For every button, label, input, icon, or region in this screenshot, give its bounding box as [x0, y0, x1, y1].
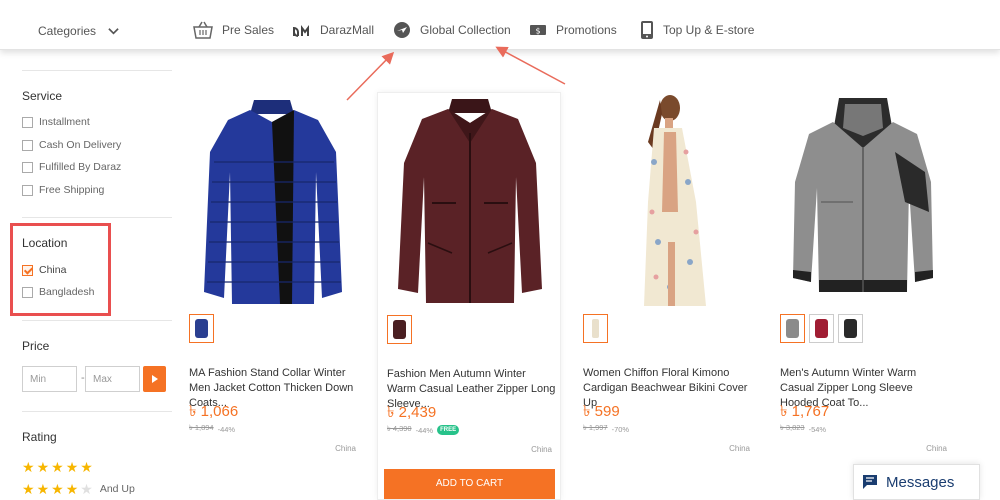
color-thumbnails	[189, 314, 214, 343]
product-origin: China	[335, 444, 356, 453]
color-swatch[interactable]	[387, 315, 412, 344]
discount: -44%	[217, 424, 236, 434]
product-card[interactable]: Fashion Men Autumn Winter Warm Casual Le…	[377, 92, 561, 500]
product-image[interactable]	[184, 92, 360, 308]
product-price: ৳ 2,439	[387, 404, 437, 421]
checkbox[interactable]	[22, 116, 33, 128]
free-shipping-badge: FREE	[437, 425, 460, 435]
nav-item-top-up[interactable]: Top Up & E-store	[640, 20, 754, 40]
star-icon: ★	[36, 481, 50, 497]
service-title: Service	[22, 89, 63, 103]
color-thumbnails	[387, 315, 412, 344]
product-image[interactable]	[578, 92, 754, 308]
star-icon: ★	[65, 459, 79, 475]
filter-fulfilled-by-daraz[interactable]: Fulfilled By Daraz	[22, 161, 121, 173]
original-price: ৳ 1,894	[189, 423, 214, 432]
color-swatch[interactable]	[809, 314, 834, 343]
checkbox[interactable]	[22, 184, 33, 196]
discount: -54%	[808, 424, 827, 434]
messages-button[interactable]: Messages	[853, 464, 980, 500]
discount: -70%	[611, 424, 630, 434]
darazmall-logo-icon	[293, 25, 309, 37]
product-price: ৳ 1,767	[780, 403, 830, 420]
original-price-row: ৳ 1,997 -70%	[583, 423, 629, 435]
star-icon: ★	[22, 459, 35, 475]
checkbox[interactable]	[22, 161, 33, 173]
chevron-down-icon	[108, 27, 119, 35]
nav-item-label: Pre Sales	[222, 23, 275, 37]
original-price: ৳ 4,390	[387, 424, 412, 433]
original-price-row: ৳ 3,823 -54%	[780, 423, 826, 435]
add-to-cart-button[interactable]: ADD TO CART	[384, 469, 555, 499]
filter-installment[interactable]: Installment	[22, 116, 90, 128]
divider	[22, 70, 172, 71]
original-price: ৳ 3,823	[780, 423, 805, 432]
product-card[interactable]: Women Chiffon Floral Kimono Cardigan Bea…	[574, 92, 758, 500]
color-swatch[interactable]	[189, 314, 214, 343]
nav-item-label: Global Collection	[420, 23, 511, 37]
star-icon: ★	[51, 481, 64, 497]
nav-item-promotions[interactable]: $ Promotions	[529, 20, 617, 40]
product-origin: China	[926, 444, 947, 453]
and-up-label: And Up	[99, 483, 135, 495]
nav-item-label: Promotions	[556, 23, 617, 37]
product-card[interactable]: Men's Autumn Winter Warm Casual Zipper L…	[771, 92, 955, 500]
annotation-arrows	[346, 46, 566, 101]
color-swatch[interactable]	[838, 314, 863, 343]
star-icon: ★	[65, 481, 79, 497]
option-label: Free Shipping	[39, 184, 105, 196]
chat-bubble-icon	[863, 475, 877, 489]
star-empty-icon: ★	[80, 481, 93, 497]
star-icon: ★	[22, 481, 35, 497]
messages-label: Messages	[886, 473, 955, 491]
categories-dropdown[interactable]: Categories	[38, 24, 119, 38]
nav-item-label: Top Up & E-store	[663, 23, 755, 37]
product-origin: China	[729, 444, 750, 453]
rating-5-stars[interactable]: ★ ★ ★ ★ ★	[22, 460, 93, 474]
star-icon: ★	[80, 459, 93, 475]
svg-text:$: $	[535, 27, 540, 36]
color-swatch[interactable]	[780, 314, 805, 343]
rating-4-stars-and-up[interactable]: ★ ★ ★ ★ ★ And Up	[22, 482, 135, 496]
star-icon: ★	[51, 459, 64, 475]
rating-title: Rating	[22, 430, 57, 444]
divider	[22, 320, 172, 321]
nav-item-global-collection[interactable]: Global Collection	[393, 20, 511, 40]
price-title: Price	[22, 339, 50, 353]
price-apply-button[interactable]	[143, 366, 166, 392]
product-image[interactable]	[382, 93, 558, 309]
location-highlight-box	[10, 223, 111, 316]
product-card[interactable]: MA Fashion Stand Collar Winter Men Jacke…	[180, 92, 364, 500]
color-thumbnails	[780, 314, 863, 343]
star-icon: ★	[36, 459, 50, 475]
price-max-input[interactable]: Max	[85, 366, 140, 392]
price-min-input[interactable]: Min	[22, 366, 77, 392]
nav-item-pre-sales[interactable]: Pre Sales	[193, 20, 274, 40]
filter-free-shipping[interactable]: Free Shipping	[22, 184, 104, 196]
divider	[22, 411, 172, 412]
original-price-row: ৳ 1,894 -44%	[189, 423, 235, 435]
discount: -44%	[415, 425, 434, 435]
original-price-row: ৳ 4,390 -44% FREE	[387, 424, 460, 436]
product-price: ৳ 1,066	[189, 403, 239, 420]
product-image[interactable]	[775, 92, 951, 308]
globe-plane-icon	[394, 22, 410, 38]
categories-label: Categories	[38, 24, 97, 38]
option-label: Fulfilled By Daraz	[39, 161, 122, 173]
phone-icon	[641, 21, 653, 39]
option-label: Installment	[39, 116, 90, 128]
product-price: ৳ 599	[583, 403, 620, 420]
option-label: Cash On Delivery	[39, 139, 122, 151]
divider	[22, 217, 172, 218]
product-origin: China	[531, 445, 552, 454]
nav-item-label: DarazMall	[320, 23, 375, 37]
original-price: ৳ 1,997	[583, 423, 608, 432]
voucher-icon: $	[530, 25, 546, 36]
checkbox[interactable]	[22, 139, 33, 151]
nav-item-darazmall[interactable]: DarazMall	[293, 20, 374, 40]
filter-cash-on-delivery[interactable]: Cash On Delivery	[22, 139, 121, 151]
color-swatch[interactable]	[583, 314, 608, 343]
basket-icon	[193, 21, 213, 39]
color-thumbnails	[583, 314, 608, 343]
